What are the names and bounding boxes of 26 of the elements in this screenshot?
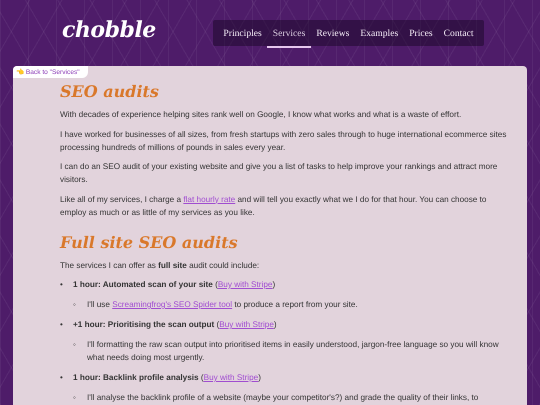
nav-link[interactable]: Principles [218, 20, 268, 48]
nav-link[interactable]: Reviews [310, 20, 355, 48]
nav-link[interactable]: Services [267, 20, 311, 48]
section-heading: Full site SEO audits [60, 232, 239, 252]
site-logo[interactable]: chobble [62, 17, 156, 43]
list-item-text: I'll formatting the raw scan output into prioritised items in easily understood, jargon-free language so you will know what needs doing most urgently. [87, 339, 500, 364]
bullet: • [60, 279, 64, 291]
bullet: • [60, 319, 64, 331]
list-item-text: I'll use Screamingfrog's SEO Spider tool to produce a report from your site. [87, 299, 359, 311]
paragraph: The services I can offer as full site audit could include: [60, 260, 260, 272]
bullet: ◦ [73, 299, 77, 311]
section-heading: SEO audits [60, 82, 160, 102]
nav-link[interactable]: Contact [438, 20, 479, 48]
list-item-text: 1 hour: Automated scan of your site (Buy with Stripe) [73, 279, 276, 291]
list-item-text: I'll analyse the backlink profile of a website (maybe your competitor's?) and grade the quality of their links, to [87, 392, 480, 404]
list-item-text: +1 hour: Prioritising the scan output (Buy with Stripe) [73, 319, 278, 331]
nav-link[interactable]: Prices [404, 20, 438, 48]
paragraph: I can do an SEO audit of your existing website and give you a list of tasks to help improve your rankings and attract more visitors. [60, 161, 498, 186]
bullet: ◦ [73, 392, 77, 404]
list-item-text: 1 hour: Backlink profile analysis (Buy with Stripe) [73, 372, 262, 384]
bullet: ◦ [73, 339, 77, 351]
paragraph: With decades of experience helping sites rank well on Google, I know what works and what is a waste of effort. [60, 109, 462, 121]
paragraph: I have worked for businesses of all sizes, from fresh startups with zero sales through to huge international ecommerce sites processing hundreds of millions of pounds in sales every year. [60, 128, 507, 154]
bullet: • [60, 372, 64, 384]
paragraph: Like all of my services, I charge a flat hourly rate and will tell you exactly what we I do for that hour. You can choose to employ as much or as little of my services as you like. [60, 194, 488, 218]
nav-link[interactable]: Examples [354, 20, 404, 48]
